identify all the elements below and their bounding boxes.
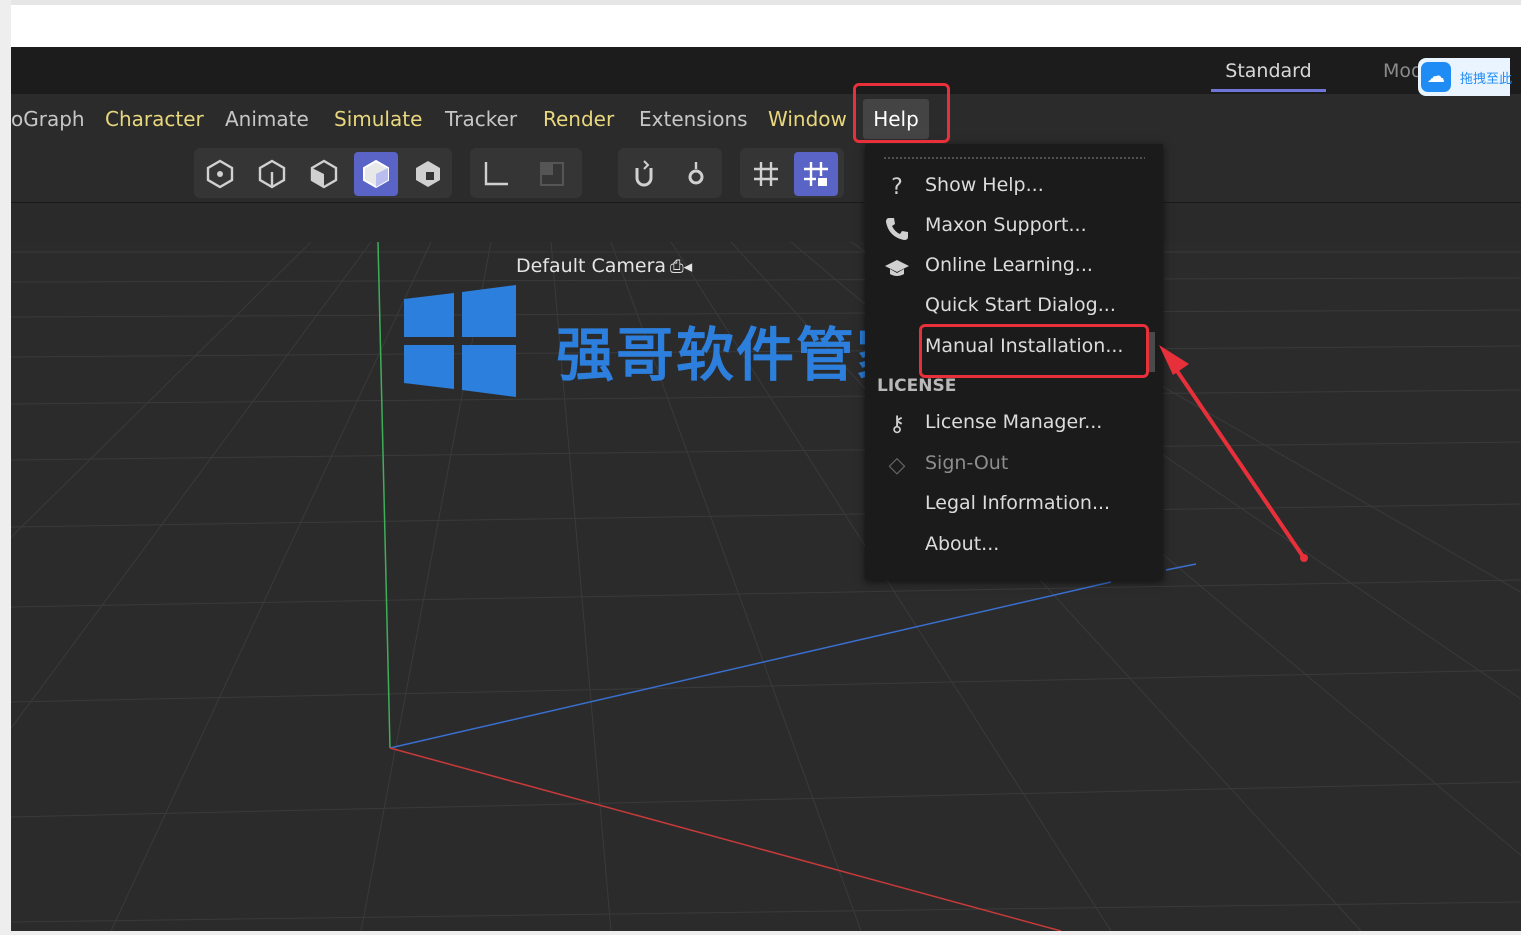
menu-tracker[interactable]: Tracker [445,107,517,131]
solo-icon[interactable] [530,152,574,196]
uvw-mode-icon[interactable] [406,152,450,196]
snap-settings-icon[interactable] [674,152,718,196]
menu-item-about[interactable]: About... [865,529,1163,565]
viewport-header [11,202,1521,243]
cloud-drop-label: 拖拽至此 [1460,72,1513,87]
points-mode-icon[interactable] [250,152,294,196]
menu-item-maxon-support[interactable]: Maxon Support... [865,210,1163,246]
question-icon: ? [891,175,903,200]
menu-item-license-manager[interactable]: ⚷ License Manager... [865,407,1163,443]
window-title-area [11,0,1521,47]
camera-icon: ⎙◂ [670,257,693,277]
mode-toolbar [11,144,1521,202]
snap-group [618,148,722,198]
polygons-mode-icon[interactable] [354,152,398,196]
workplane-icon[interactable] [744,152,788,196]
watermark-text: 强哥软件管家 [556,321,917,389]
main-menu-bar: oGraph Character Animate Simulate Tracke… [11,94,1521,144]
menu-item-legal-information[interactable]: Legal Information... [865,488,1163,524]
default-camera-label[interactable]: Default Camera ⎙◂ [516,255,692,277]
cloud-drop-overlay[interactable]: ☁ 拖拽至此 [1418,58,1513,96]
help-highlight-box [853,83,950,143]
snap-icon[interactable] [622,152,666,196]
menu-character[interactable]: Character [105,107,204,131]
object-mode-icon[interactable] [198,152,242,196]
menu-item-sign-out[interactable]: ◇ Sign-Out [865,448,1163,484]
menu-mograph[interactable]: oGraph [11,107,85,131]
sign-out-icon: ◇ [888,453,906,478]
mode-group [194,148,452,198]
menu-item-online-learning[interactable]: Online Learning... [865,250,1163,286]
layout-bar: Standard Mod [11,47,1521,94]
workplane-group [740,148,844,198]
menu-render[interactable]: Render [543,107,614,131]
camera-name: Default Camera [516,255,667,277]
menu-item-quick-start[interactable]: Quick Start Dialog... [865,290,1163,326]
axis-icon[interactable] [474,152,518,196]
menu-item-show-help[interactable]: ? Show Help... [865,170,1163,206]
phone-icon [883,214,911,242]
menu-window[interactable]: Window [768,107,847,131]
edges-mode-icon[interactable] [302,152,346,196]
layout-tab-standard[interactable]: Standard [1211,59,1326,92]
cinema4d-window: Standard Mod oGraph Character Animate Si… [11,0,1521,931]
menu-extensions[interactable]: Extensions [639,107,748,131]
license-section-header: LICENSE [877,376,957,396]
manual-installation-highlight-box [919,324,1149,378]
menu-animate[interactable]: Animate [225,107,309,131]
graduation-cap-icon [883,254,911,282]
menu-tear-off-handle[interactable] [883,156,1145,160]
key-icon: ⚷ [888,412,906,437]
workplane-lock-icon[interactable] [794,152,838,196]
cloud-share-icon: ☁ [1421,62,1451,92]
menu-simulate[interactable]: Simulate [334,107,422,131]
windows-logo-watermark [404,285,516,397]
axis-group [470,148,582,198]
